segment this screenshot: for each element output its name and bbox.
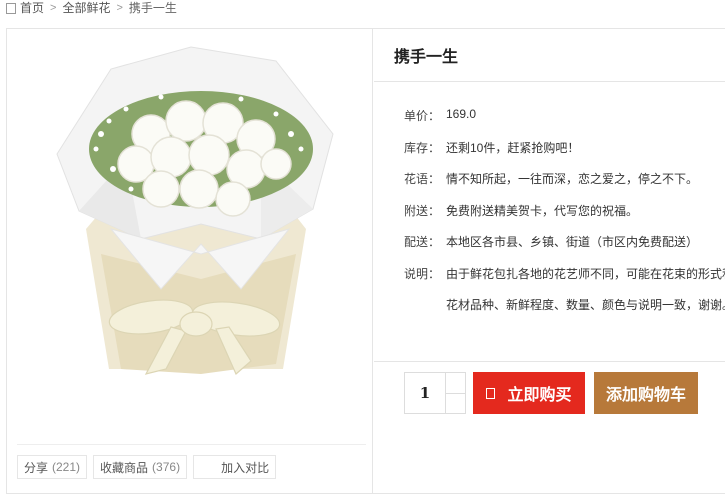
note-value: 由于鲜花包扎各地的花艺师不同，可能在花束的形式和 花材品种、新鲜程度、数量、颜色… (446, 265, 725, 327)
product-gallery: 分享 (221) 收藏商品 (376) 加入对比 (7, 29, 373, 493)
divider (374, 81, 725, 82)
compare-button[interactable]: 加入对比 (193, 455, 277, 479)
breadcrumb: 首页 > 全部鲜花 > 携手一生 (6, 0, 177, 16)
cart-icon (486, 387, 496, 399)
divider (17, 444, 366, 445)
prop-key: 库存： (404, 140, 441, 155)
gift-value: 免费附送精美贺卡，代写您的祝福。 (446, 203, 639, 218)
share-count: (221) (52, 460, 81, 474)
prop-key: 花语： (404, 172, 441, 186)
add-to-cart-label: 添加购物车 (605, 385, 686, 404)
breadcrumb-home-link[interactable]: 首页 (20, 0, 44, 16)
flower-language-row: 花语： 情不知所起，一往而深，恋之爱之，停之不下。 (404, 170, 725, 202)
price-value: 169.0 (446, 107, 477, 121)
favorite-label: 收藏商品 (100, 460, 149, 475)
quantity-decrease-button[interactable] (446, 392, 465, 414)
stock-row: 库存： 还剩10件，赶紧抢购吧！ (404, 139, 725, 171)
breadcrumb-current: 携手一生 (128, 1, 177, 15)
breadcrumb-separator-icon: > (116, 2, 123, 14)
note-line: 花材品种、新鲜程度、数量、颜色与说明一致，谢谢。 (446, 297, 725, 312)
delivery-row: 配送： 本地区各市县、乡镇、街道（市区内免费配送） (404, 233, 725, 265)
gift-row: 附送： 免费附送精美贺卡，代写您的祝福。 (404, 202, 725, 234)
product-properties: 单价： 169.0 库存： 还剩10件，赶紧抢购吧！ 花语： 情不知所起，一往而… (404, 107, 725, 327)
note-line: 由于鲜花包扎各地的花艺师不同，可能在花束的形式和 (446, 266, 725, 281)
product-info: 携手一生 单价： 169.0 库存： 还剩10件，赶紧抢购吧！ 花语： 情不知所… (374, 29, 725, 493)
quantity-stepper: 1 (404, 372, 466, 414)
divider (374, 361, 725, 362)
compare-label: 加入对比 (221, 460, 270, 475)
home-icon (6, 2, 16, 14)
flower-language-value: 情不知所起，一往而深，恋之爱之，停之不下。 (446, 172, 699, 186)
favorite-count: (376) (152, 460, 181, 474)
product-detail: 分享 (221) 收藏商品 (376) 加入对比 携手一生 单价： 169.0 … (6, 28, 725, 494)
product-title: 携手一生 (394, 47, 459, 66)
buy-now-button[interactable]: 立即购买 (473, 372, 585, 414)
add-to-cart-button[interactable]: 添加购物车 (594, 372, 698, 414)
favorite-button[interactable]: 收藏商品 (376) (93, 455, 188, 479)
quantity-increase-button[interactable] (446, 373, 465, 393)
breadcrumb-category-link[interactable]: 全部鲜花 (62, 0, 110, 16)
product-actions: 分享 (221) 收藏商品 (376) 加入对比 (17, 455, 277, 479)
price-row: 单价： 169.0 (404, 107, 725, 139)
note-row: 说明： 由于鲜花包扎各地的花艺师不同，可能在花束的形式和 花材品种、新鲜程度、数… (404, 265, 725, 327)
quantity-input[interactable]: 1 (405, 373, 446, 413)
share-button[interactable]: 分享 (221) (17, 455, 88, 479)
share-label: 分享 (24, 460, 49, 475)
prop-key: 单价： (404, 109, 441, 123)
quantity-steps (446, 373, 465, 413)
compare-checkbox-icon[interactable] (200, 462, 211, 473)
prop-key: 配送： (404, 235, 441, 249)
breadcrumb-separator-icon: > (50, 2, 57, 14)
prop-key: 说明： (404, 266, 441, 281)
delivery-value: 本地区各市县、乡镇、街道（市区内免费配送） (446, 235, 699, 249)
prop-key: 附送： (404, 203, 441, 218)
buy-now-label: 立即购买 (507, 385, 572, 404)
stock-value: 还剩10件，赶紧抢购吧！ (446, 140, 580, 155)
product-image (56, 46, 334, 375)
